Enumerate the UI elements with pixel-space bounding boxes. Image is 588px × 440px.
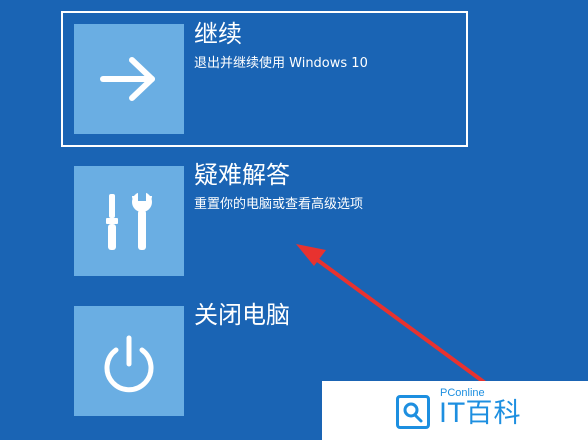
- option-continue[interactable]: 继续 退出并继续使用 Windows 10: [61, 11, 468, 147]
- troubleshoot-tile[interactable]: [74, 166, 184, 276]
- watermark: PConline IT百科: [322, 381, 588, 440]
- option-title: 继续: [194, 20, 242, 48]
- option-title: 关闭电脑: [194, 301, 290, 329]
- search-logo-icon: [396, 395, 430, 429]
- tools-icon: [106, 191, 152, 250]
- option-title: 疑难解答: [194, 161, 290, 189]
- option-troubleshoot[interactable]: 疑难解答 重置你的电脑或查看高级选项: [63, 156, 466, 286]
- option-subtitle: 退出并继续使用 Windows 10: [194, 56, 368, 71]
- watermark-big-text: IT百科: [439, 398, 522, 429]
- option-subtitle: 重置你的电脑或查看高级选项: [194, 197, 364, 212]
- shutdown-tile[interactable]: [74, 306, 184, 416]
- continue-tile[interactable]: [74, 24, 184, 134]
- arrow-right-icon: [100, 57, 155, 101]
- power-icon: [104, 335, 154, 393]
